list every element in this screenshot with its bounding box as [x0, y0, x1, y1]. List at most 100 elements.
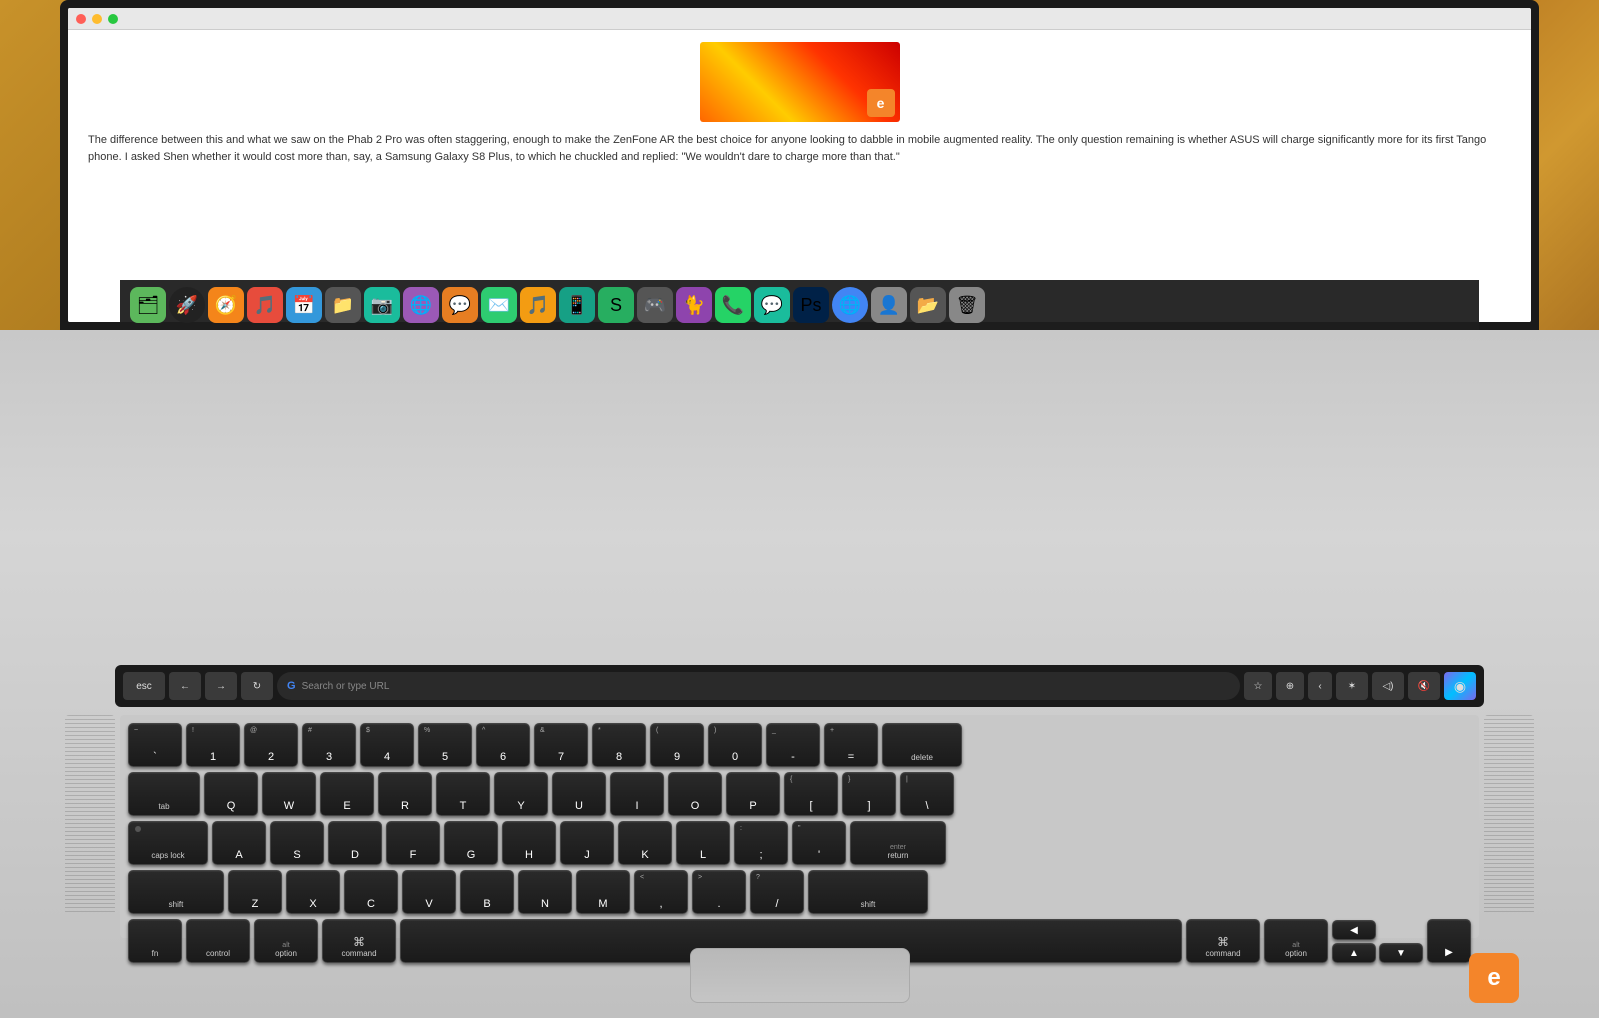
- key-q[interactable]: Q: [204, 772, 258, 816]
- key-c[interactable]: C: [344, 870, 398, 914]
- dock-app14[interactable]: 🎮: [637, 287, 673, 323]
- key-capslock[interactable]: caps lock: [128, 821, 208, 865]
- key-d[interactable]: D: [328, 821, 382, 865]
- tb-chevron-key[interactable]: ‹: [1308, 672, 1332, 700]
- dock-app6[interactable]: 📁: [325, 287, 361, 323]
- tb-reload-key[interactable]: ↻: [241, 672, 273, 700]
- key-8[interactable]: * 8: [592, 723, 646, 767]
- key-6[interactable]: ^ 6: [476, 723, 530, 767]
- key-1[interactable]: ! 1: [186, 723, 240, 767]
- key-semicolon[interactable]: : ;: [734, 821, 788, 865]
- dock-calendar[interactable]: 📅: [286, 287, 322, 323]
- key-m[interactable]: M: [576, 870, 630, 914]
- dock-appstore[interactable]: 📱: [559, 287, 595, 323]
- tb-search-bar[interactable]: G Search or type URL: [277, 672, 1240, 700]
- dock-messages[interactable]: ✉️: [481, 287, 517, 323]
- dock-launchpad[interactable]: 🚀: [169, 287, 205, 323]
- key-p[interactable]: P: [726, 772, 780, 816]
- key-right-shift[interactable]: shift: [808, 870, 928, 914]
- dock-app4[interactable]: 🎵: [247, 287, 283, 323]
- key-h[interactable]: H: [502, 821, 556, 865]
- dock-finder[interactable]: 🗂: [130, 287, 166, 323]
- dock-app20[interactable]: 👤: [871, 287, 907, 323]
- minimize-button[interactable]: [92, 14, 102, 24]
- key-o[interactable]: O: [668, 772, 722, 816]
- dock-music[interactable]: 🎵: [520, 287, 556, 323]
- key-b[interactable]: B: [460, 870, 514, 914]
- dock-chrome[interactable]: 🌐: [832, 287, 868, 323]
- dock-whatsapp[interactable]: 📞: [715, 287, 751, 323]
- key-minus[interactable]: _ -: [766, 723, 820, 767]
- key-4[interactable]: $ 4: [360, 723, 414, 767]
- key-tab[interactable]: tab: [128, 772, 200, 816]
- tb-forward-key[interactable]: →: [205, 672, 237, 700]
- key-7[interactable]: & 7: [534, 723, 588, 767]
- tb-esc-key[interactable]: esc: [123, 672, 165, 700]
- key-equals[interactable]: + =: [824, 723, 878, 767]
- key-e[interactable]: E: [320, 772, 374, 816]
- dock-app15[interactable]: 🐈: [676, 287, 712, 323]
- dock-app7[interactable]: 📷: [364, 287, 400, 323]
- key-a[interactable]: A: [212, 821, 266, 865]
- key-comma[interactable]: < ,: [634, 870, 688, 914]
- key-g[interactable]: G: [444, 821, 498, 865]
- key-k[interactable]: K: [618, 821, 672, 865]
- dock-ps[interactable]: Ps: [793, 287, 829, 323]
- key-backslash[interactable]: | \: [900, 772, 954, 816]
- key-left-shift[interactable]: shift: [128, 870, 224, 914]
- tb-back-key[interactable]: ←: [169, 672, 201, 700]
- key-r[interactable]: R: [378, 772, 432, 816]
- key-rbracket[interactable]: } ]: [842, 772, 896, 816]
- dock-trash[interactable]: 🗑: [949, 287, 985, 323]
- key-delete[interactable]: delete: [882, 723, 962, 767]
- key-s[interactable]: S: [270, 821, 324, 865]
- key-5[interactable]: % 5: [418, 723, 472, 767]
- key-0[interactable]: ) 0: [708, 723, 762, 767]
- key-z[interactable]: Z: [228, 870, 282, 914]
- key-n[interactable]: N: [518, 870, 572, 914]
- tb-siri-key[interactable]: ◉: [1444, 672, 1476, 700]
- key-3[interactable]: # 3: [302, 723, 356, 767]
- key-l[interactable]: L: [676, 821, 730, 865]
- key-lbracket[interactable]: { [: [784, 772, 838, 816]
- tb-brightness-key[interactable]: ✶: [1336, 672, 1368, 700]
- dock-app13[interactable]: S: [598, 287, 634, 323]
- dock-app8[interactable]: 🌐: [403, 287, 439, 323]
- key-9[interactable]: ( 9: [650, 723, 704, 767]
- key-w[interactable]: W: [262, 772, 316, 816]
- key-left-command[interactable]: ⌘ command: [322, 919, 396, 963]
- tb-bookmark-key[interactable]: ☆: [1244, 672, 1272, 700]
- key-v[interactable]: V: [402, 870, 456, 914]
- key-right-command[interactable]: ⌘ command: [1186, 919, 1260, 963]
- dock-folder[interactable]: 📂: [910, 287, 946, 323]
- key-i[interactable]: I: [610, 772, 664, 816]
- key-y[interactable]: Y: [494, 772, 548, 816]
- key-f[interactable]: F: [386, 821, 440, 865]
- maximize-button[interactable]: [108, 14, 118, 24]
- dock-safari[interactable]: 🧭: [208, 287, 244, 323]
- close-button[interactable]: [76, 14, 86, 24]
- key-x[interactable]: X: [286, 870, 340, 914]
- trackpad[interactable]: [690, 948, 910, 1003]
- key-right-option[interactable]: alt option: [1264, 919, 1328, 963]
- key-u[interactable]: U: [552, 772, 606, 816]
- dock-app17[interactable]: 💬: [754, 287, 790, 323]
- touch-bar[interactable]: esc ← → ↻ G Search or type URL ☆ ⊕ ‹ ✶ ◁…: [115, 665, 1484, 707]
- key-j[interactable]: J: [560, 821, 614, 865]
- key-slash[interactable]: ? /: [750, 870, 804, 914]
- key-right-arrow[interactable]: ▶: [1427, 919, 1471, 963]
- key-down-arrow[interactable]: ▼: [1379, 943, 1423, 963]
- key-left-arrow[interactable]: ◀: [1332, 920, 1376, 940]
- key-control[interactable]: control: [186, 919, 250, 963]
- key-period[interactable]: > .: [692, 870, 746, 914]
- key-quote[interactable]: " ': [792, 821, 846, 865]
- key-left-option[interactable]: alt option: [254, 919, 318, 963]
- tb-mute-key[interactable]: 🔇: [1408, 672, 1440, 700]
- key-up-arrow[interactable]: ▲: [1332, 943, 1376, 963]
- key-2[interactable]: @ 2: [244, 723, 298, 767]
- key-t[interactable]: T: [436, 772, 490, 816]
- key-enter[interactable]: enter return: [850, 821, 946, 865]
- key-backtick[interactable]: ~ `: [128, 723, 182, 767]
- dock-app9[interactable]: 💬: [442, 287, 478, 323]
- key-fn[interactable]: fn: [128, 919, 182, 963]
